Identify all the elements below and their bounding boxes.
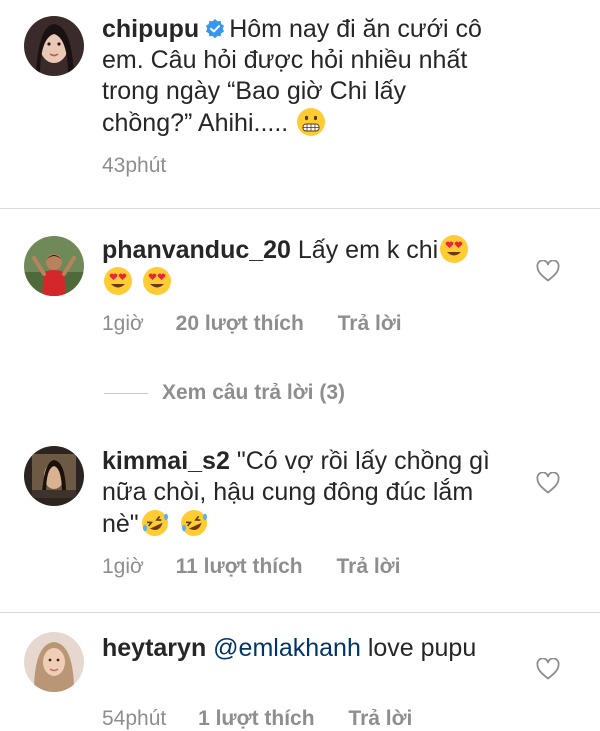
- comment-username[interactable]: phanvanduc_20: [102, 236, 291, 264]
- avatar-phanvanduc_20[interactable]: [24, 236, 84, 296]
- comment-likes[interactable]: 1 lượt thích: [198, 707, 314, 730]
- reply-button[interactable]: Trả lời: [336, 555, 400, 578]
- rofl-emoji: [180, 510, 207, 536]
- like-heart-icon[interactable]: [536, 260, 560, 282]
- like-heart-icon[interactable]: [536, 658, 560, 680]
- comment-text-block: heytaryn @emlakhanh love pupu: [102, 633, 502, 664]
- comment-likes[interactable]: 11 lượt thích: [176, 555, 303, 578]
- comment-meta: 1giờ 20 lượt thích Trả lời: [102, 312, 402, 336]
- comment-likes[interactable]: 20 lượt thích: [176, 312, 304, 335]
- avatar-kimmai_s2[interactable]: [24, 446, 84, 506]
- heart-eyes-emoji: [440, 235, 469, 263]
- replies-line: [104, 392, 148, 394]
- caption-text-block: chipupu Hôm nay đi ăn cưới cô em. Câu hỏi…: [102, 14, 502, 139]
- caption-username[interactable]: chipupu: [102, 15, 199, 43]
- comment-text: love pupu: [367, 634, 477, 662]
- comment-username[interactable]: kimmai_s2: [102, 447, 230, 475]
- comment-text-block: phanvanduc_20 Lấy em k chi: [102, 234, 522, 298]
- comment-time: 54phút: [102, 707, 167, 730]
- comment-meta: 1giờ 11 lượt thích Trả lời: [102, 555, 400, 579]
- comment-time: 1giờ: [102, 555, 144, 578]
- caption-time: 43phút: [102, 154, 167, 177]
- view-replies-button[interactable]: Xem câu trả lời (3): [104, 378, 345, 408]
- avatar-heytaryn[interactable]: [24, 632, 84, 692]
- heart-eyes-emoji: [142, 267, 171, 295]
- mention-link[interactable]: @emlakhanh: [213, 634, 361, 662]
- comment-text-block: kimmai_s2 "Có vợ rồi lấy chồng gì nữa ch…: [102, 446, 492, 540]
- reply-button[interactable]: Trả lời: [348, 707, 412, 730]
- heart-eyes-emoji: [104, 267, 132, 295]
- post-caption: chipupu Hôm nay đi ăn cưới cô em. Câu hỏi…: [0, 0, 600, 208]
- comment-divider: [0, 612, 600, 613]
- comment-username[interactable]: heytaryn: [102, 634, 206, 662]
- comment-meta: 54phút 1 lượt thích Trả lời: [102, 707, 412, 731]
- comment-text: Lấy em k chi: [297, 236, 439, 264]
- view-replies-label: Xem câu trả lời (3): [162, 381, 345, 404]
- caption-divider: [0, 208, 600, 209]
- rofl-emoji: [141, 510, 168, 536]
- reply-button[interactable]: Trả lời: [338, 312, 402, 335]
- avatar-chipupu[interactable]: [24, 16, 84, 76]
- grimacing-face-emoji: [297, 108, 326, 136]
- comment-time: 1giờ: [102, 312, 144, 335]
- like-heart-icon[interactable]: [536, 472, 560, 494]
- verified-badge-icon: [206, 19, 225, 39]
